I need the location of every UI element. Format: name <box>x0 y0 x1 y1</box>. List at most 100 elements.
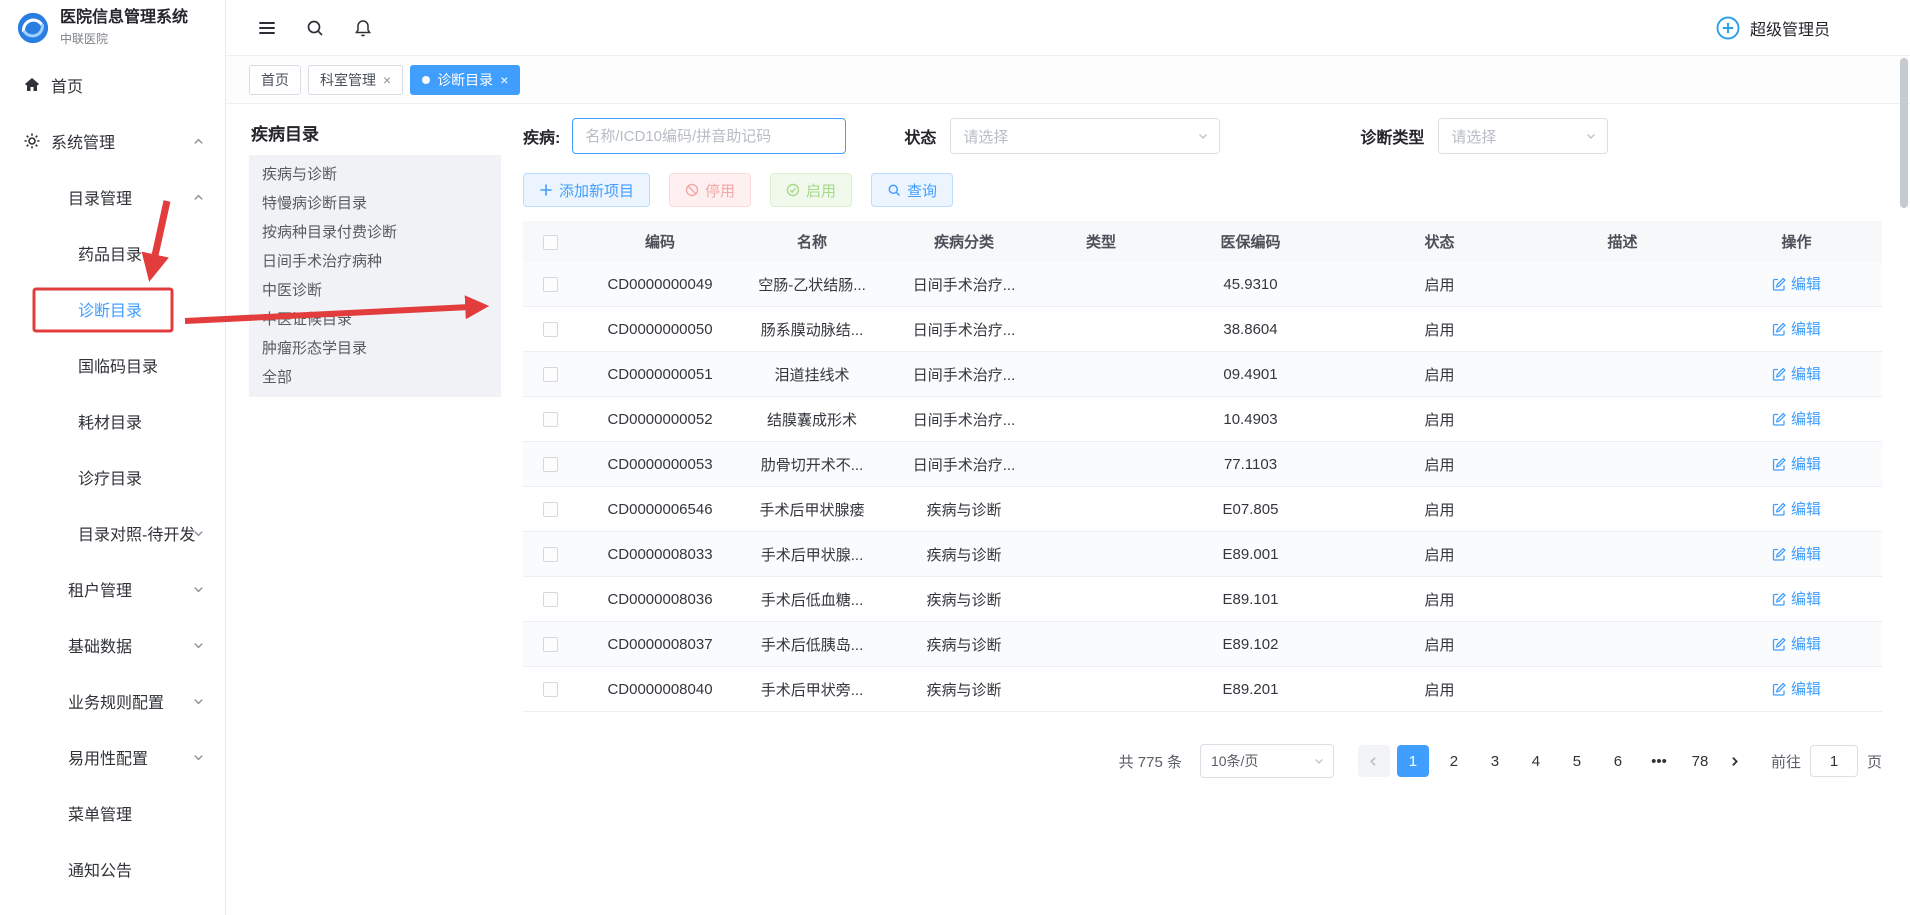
cell-name: 泪道挂线术 <box>742 364 882 385</box>
page-number[interactable]: 6 <box>1602 745 1634 777</box>
sidebar-item[interactable]: 首页 <box>0 57 225 113</box>
edit-button[interactable]: 编辑 <box>1772 678 1821 699</box>
edit-icon <box>1772 547 1786 561</box>
category-item[interactable]: 肿瘤形态学目录 <box>249 334 501 363</box>
tab-label: 首页 <box>261 70 289 90</box>
edit-icon <box>1772 412 1786 426</box>
cell-name: 手术后甲状腺... <box>742 544 882 565</box>
disease-search-input[interactable] <box>572 118 846 154</box>
edit-icon <box>1772 322 1786 336</box>
select-all-checkbox[interactable] <box>543 235 558 250</box>
disable-button[interactable]: 停用 <box>669 173 751 207</box>
search-icon[interactable] <box>298 11 332 45</box>
next-page-button[interactable] <box>1719 745 1751 777</box>
page-number[interactable]: 1 <box>1397 745 1429 777</box>
page-number[interactable]: ••• <box>1643 745 1675 777</box>
sidebar-item[interactable]: 诊疗目录 <box>0 449 225 505</box>
sidebar-item[interactable]: 业务规则配置 <box>0 673 225 729</box>
tab-close-icon[interactable]: × <box>500 73 508 87</box>
edit-button[interactable]: 编辑 <box>1772 588 1821 609</box>
cell-status: 启用 <box>1345 274 1534 295</box>
edit-button[interactable]: 编辑 <box>1772 273 1821 294</box>
menu-collapse-icon[interactable] <box>250 11 284 45</box>
row-checkbox[interactable] <box>543 277 558 292</box>
category-item[interactable]: 按病种目录付费诊断 <box>249 218 501 247</box>
cell-disease-category: 疾病与诊断 <box>882 634 1046 655</box>
sidebar-item[interactable]: 易用性配置 <box>0 729 225 785</box>
add-item-button[interactable]: 添加新项目 <box>523 173 650 207</box>
edit-button[interactable]: 编辑 <box>1772 453 1821 474</box>
row-checkbox[interactable] <box>543 367 558 382</box>
edit-button[interactable]: 编辑 <box>1772 318 1821 339</box>
status-select[interactable]: 请选择 <box>950 118 1220 154</box>
user-menu[interactable]: 超级管理员 <box>1715 15 1830 41</box>
edit-button[interactable]: 编辑 <box>1772 363 1821 384</box>
cell-disease-category: 疾病与诊断 <box>882 544 1046 565</box>
page-size-select[interactable]: 10条/页 <box>1200 744 1334 778</box>
row-checkbox[interactable] <box>543 457 558 472</box>
row-checkbox[interactable] <box>543 592 558 607</box>
edit-button[interactable]: 编辑 <box>1772 408 1821 429</box>
category-item[interactable]: 日间手术治疗病种 <box>249 247 501 276</box>
category-item[interactable]: 中医诊断 <box>249 276 501 305</box>
sidebar-item[interactable]: 通知公告 <box>0 841 225 897</box>
table-row: CD0000000052 结膜囊成形术 日间手术治疗... 10.4903 启用 <box>523 397 1882 442</box>
tab-close-icon[interactable]: × <box>383 73 391 87</box>
sidebar-item[interactable]: 诊断目录 <box>0 281 225 337</box>
goto-page-input[interactable] <box>1810 745 1858 777</box>
row-checkbox[interactable] <box>543 322 558 337</box>
category-item[interactable]: 疾病与诊断 <box>249 160 501 189</box>
page-list: 1 2 3 4 5 6 ••• <box>1397 745 1716 777</box>
page-number[interactable]: 3 <box>1479 745 1511 777</box>
page-number[interactable]: 4 <box>1520 745 1552 777</box>
scrollbar-thumb[interactable] <box>1900 58 1908 208</box>
sidebar-item-label: 基础数据 <box>68 633 132 657</box>
sidebar-item[interactable]: 系统管理 <box>0 113 225 169</box>
table-row: CD0000000053 肋骨切开术不... 日间手术治疗... 77.1103… <box>523 442 1882 487</box>
status-select-placeholder: 请选择 <box>963 126 1008 147</box>
sidebar-item[interactable]: 菜单管理 <box>0 785 225 841</box>
cell-disease-category: 疾病与诊断 <box>882 499 1046 520</box>
sidebar-item-label: 国临码目录 <box>78 353 158 377</box>
category-item[interactable]: 特慢病诊断目录 <box>249 189 501 218</box>
edit-button[interactable]: 编辑 <box>1772 498 1821 519</box>
tab[interactable]: 首页 <box>249 65 301 95</box>
page-number[interactable]: 2 <box>1438 745 1470 777</box>
diagnosis-type-select[interactable]: 请选择 <box>1438 118 1608 154</box>
sidebar-item-label: 诊疗目录 <box>78 465 142 489</box>
edit-icon <box>1772 637 1786 651</box>
sidebar-item[interactable]: 基础数据 <box>0 617 225 673</box>
sidebar-item[interactable]: 租户管理 <box>0 561 225 617</box>
cell-status: 启用 <box>1345 634 1534 655</box>
category-item[interactable]: 中医证候目录 <box>249 305 501 334</box>
edit-button[interactable]: 编辑 <box>1772 633 1821 654</box>
sidebar-item-label: 药品目录 <box>78 241 142 265</box>
notification-bell-icon[interactable] <box>346 11 380 45</box>
cell-disease-category: 日间手术治疗... <box>882 274 1046 295</box>
category-panel-title: 疾病目录 <box>251 120 501 145</box>
query-button[interactable]: 查询 <box>871 173 953 207</box>
sidebar-item[interactable]: 目录对照-待开发 <box>0 505 225 561</box>
row-checkbox[interactable] <box>543 412 558 427</box>
table-row: CD0000008036 手术后低血糖... 疾病与诊断 E89.101 启用 <box>523 577 1882 622</box>
row-checkbox[interactable] <box>543 637 558 652</box>
table-row: CD0000008033 手术后甲状腺... 疾病与诊断 E89.001 启用 <box>523 532 1882 577</box>
sidebar-item[interactable]: 国临码目录 <box>0 337 225 393</box>
tab[interactable]: 科室管理 × <box>308 65 403 95</box>
tab[interactable]: 诊断目录 × <box>410 65 520 95</box>
sidebar-item[interactable]: 药品目录 <box>0 225 225 281</box>
edit-button[interactable]: 编辑 <box>1772 543 1821 564</box>
row-checkbox[interactable] <box>543 682 558 697</box>
page-number[interactable]: 78 <box>1684 745 1716 777</box>
sidebar-item[interactable]: 目录管理 <box>0 169 225 225</box>
page-number[interactable]: 5 <box>1561 745 1593 777</box>
row-checkbox[interactable] <box>543 547 558 562</box>
tab-label: 科室管理 <box>320 70 376 90</box>
chevron-icon <box>192 527 205 540</box>
row-checkbox[interactable] <box>543 502 558 517</box>
category-item[interactable]: 全部 <box>249 363 501 392</box>
sidebar-item[interactable]: 耗材目录 <box>0 393 225 449</box>
prev-page-button[interactable] <box>1358 745 1390 777</box>
enable-button[interactable]: 启用 <box>770 173 852 207</box>
column-header: 描述 <box>1534 231 1711 252</box>
